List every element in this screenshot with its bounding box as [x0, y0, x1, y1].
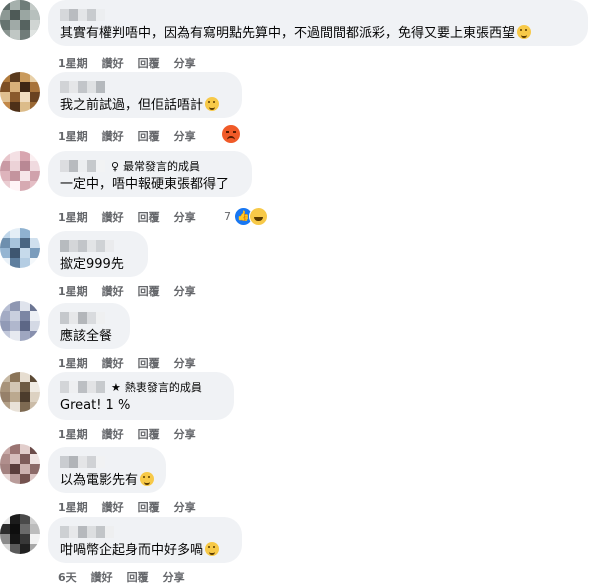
author-name-redacted[interactable]	[60, 79, 230, 95]
like-button[interactable]: 讚好	[102, 55, 124, 71]
share-button[interactable]: 分享	[174, 128, 196, 144]
timestamp-link[interactable]: 1星期	[58, 426, 88, 442]
reply-button[interactable]: 回覆	[138, 426, 160, 442]
avatar[interactable]	[0, 0, 40, 40]
comment-actions: 1星期 讚好 回覆 分享	[58, 128, 210, 144]
like-button[interactable]: 讚好	[102, 426, 124, 442]
avatar[interactable]	[0, 151, 40, 191]
timestamp-link[interactable]: 1星期	[58, 355, 88, 371]
comment-actions: 1星期 讚好 回覆 分享	[58, 426, 210, 442]
author-name-redacted[interactable]	[60, 238, 136, 254]
reply-button[interactable]: 回覆	[138, 355, 160, 371]
laughing-emoji	[140, 472, 155, 486]
comment-bubble: 我之前試過，但佢話唔計	[48, 72, 242, 118]
author-name-redacted[interactable]	[60, 160, 105, 172]
comment-bubble: 應該全餐	[48, 303, 130, 349]
share-button[interactable]: 分享	[163, 569, 185, 585]
comment-text: 一定中，唔中報硬東張都得了	[60, 177, 230, 192]
share-button[interactable]: 分享	[174, 209, 196, 225]
comment-actions: 1星期 讚好 回覆 分享	[58, 209, 210, 225]
comment-bubble: 咁喎幣企起身而中好多喎	[48, 517, 242, 563]
timestamp-link[interactable]: 1星期	[58, 209, 88, 225]
comment-actions: 1星期 讚好 回覆 分享	[58, 355, 210, 371]
grinning-sweat-emoji	[517, 25, 532, 39]
comment-bubble: ★ 熱衷發言的成員 Great! 1 %	[48, 372, 234, 420]
reply-button[interactable]: 回覆	[138, 209, 160, 225]
share-button[interactable]: 分享	[174, 426, 196, 442]
like-button[interactable]: 讚好	[102, 355, 124, 371]
avatar[interactable]	[0, 514, 40, 554]
timestamp-link[interactable]: 1星期	[58, 128, 88, 144]
comment-text: 其實有權判唔中，因為有寫明點先算中，不過間間都派彩，免得又要上東張西望	[60, 25, 576, 43]
reply-button[interactable]: 回覆	[138, 55, 160, 71]
avatar[interactable]	[0, 444, 40, 484]
reply-button[interactable]: 回覆	[138, 283, 160, 299]
share-button[interactable]: 分享	[174, 499, 196, 515]
like-button[interactable]: 讚好	[102, 209, 124, 225]
avatar[interactable]	[0, 301, 40, 341]
timestamp-link[interactable]: 6天	[58, 569, 77, 585]
like-button[interactable]: 讚好	[102, 499, 124, 515]
like-button[interactable]: 讚好	[91, 569, 113, 585]
reply-button[interactable]: 回覆	[127, 569, 149, 585]
reaction-summary[interactable]	[222, 125, 240, 143]
comment-text: 應該全餐	[60, 329, 113, 344]
comment-bubble: 撳定999先	[48, 231, 148, 277]
comment-actions: 1星期 讚好 回覆 分享	[58, 499, 210, 515]
comment-text: 撳定999先	[60, 257, 124, 272]
reply-button[interactable]: 回覆	[138, 499, 160, 515]
comment-bubble: 以為電影先有	[48, 447, 166, 493]
member-badge[interactable]: ★ 熱衷發言的成員	[111, 379, 202, 395]
reaction-count: 7	[224, 210, 231, 223]
author-row: ★ 熱衷發言的成員	[60, 379, 222, 395]
like-button[interactable]: 讚好	[102, 283, 124, 299]
author-name-redacted[interactable]	[60, 454, 154, 470]
share-button[interactable]: 分享	[174, 355, 196, 371]
member-badge[interactable]: ♀ 最常發言的成員	[111, 158, 200, 174]
comment-actions: 6天 讚好 回覆 分享	[58, 569, 199, 585]
timestamp-link[interactable]: 1星期	[58, 283, 88, 299]
timestamp-link[interactable]: 1星期	[58, 55, 88, 71]
like-button[interactable]: 讚好	[102, 128, 124, 144]
star-icon: ★	[111, 380, 121, 394]
haha-reaction-icon	[249, 207, 268, 226]
comment-actions: 1星期 讚好 回覆 分享	[58, 55, 210, 71]
author-name-redacted[interactable]	[60, 7, 576, 23]
shocked-emoji	[205, 542, 220, 556]
share-button[interactable]: 分享	[174, 283, 196, 299]
sweat-smile-emoji	[205, 97, 220, 111]
author-name-redacted[interactable]	[60, 310, 118, 326]
comment-bubble: 其實有權判唔中，因為有寫明點先算中，不過間間都派彩，免得又要上東張西望	[48, 0, 588, 46]
award-ribbon-icon: ♀	[111, 159, 120, 173]
avatar[interactable]	[0, 372, 40, 412]
comment-text: 咁喎幣企起身而中好多喎	[60, 542, 230, 560]
avatar[interactable]	[0, 228, 40, 268]
timestamp-link[interactable]: 1星期	[58, 499, 88, 515]
author-name-redacted[interactable]	[60, 381, 105, 393]
reply-button[interactable]: 回覆	[138, 128, 160, 144]
share-button[interactable]: 分享	[174, 55, 196, 71]
comment-text: 以為電影先有	[60, 472, 155, 490]
comment-actions: 1星期 讚好 回覆 分享	[58, 283, 210, 299]
angry-reaction-icon	[222, 125, 240, 143]
avatar[interactable]	[0, 72, 40, 112]
author-name-redacted[interactable]	[60, 524, 230, 540]
comment-bubble: ♀ 最常發言的成員 一定中，唔中報硬東張都得了	[48, 151, 252, 197]
comment-text: 我之前試過，但佢話唔計	[60, 97, 230, 115]
comment-text: Great! 1 %	[60, 398, 131, 413]
author-row: ♀ 最常發言的成員	[60, 158, 240, 174]
reaction-summary[interactable]: 7 👍	[224, 207, 268, 226]
